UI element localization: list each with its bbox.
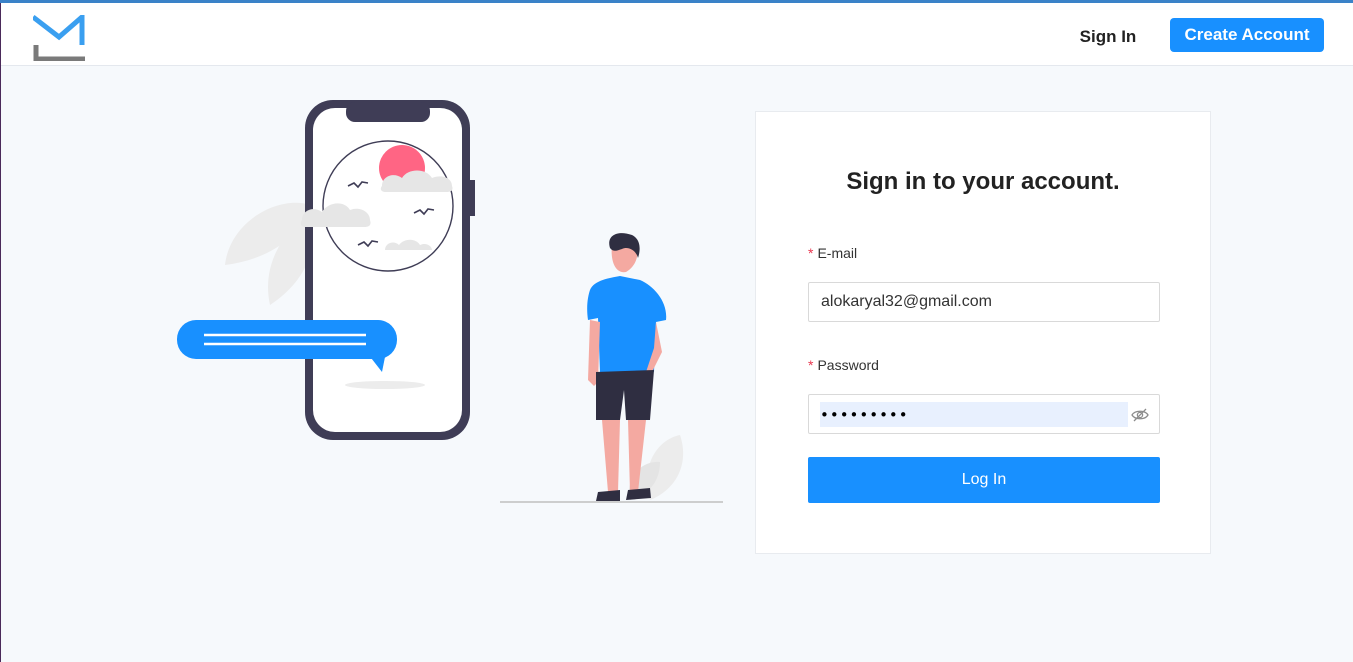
password-field[interactable] [820, 402, 1128, 427]
signin-title: Sign in to your account. [846, 168, 1120, 195]
email-field[interactable] [809, 283, 1159, 321]
window-edge [0, 3, 1, 662]
eye-hidden-icon[interactable] [1131, 406, 1149, 424]
login-illustration [177, 100, 723, 503]
password-field-box [808, 394, 1160, 434]
password-label-text: Password [817, 357, 879, 373]
email-field-box [808, 282, 1160, 322]
signin-card: Sign in to your account. *E-mail *Passwo… [755, 111, 1211, 554]
email-label: * E-mail [808, 245, 857, 261]
email-label-text: E-mail [817, 245, 858, 261]
nav-signin-link[interactable]: Sign In [1071, 20, 1145, 54]
brand-logo-icon[interactable] [33, 15, 85, 61]
top-navbar: Sign In Create Account [1, 3, 1353, 66]
login-button[interactable]: Log In [808, 457, 1160, 503]
required-marker: * [808, 245, 814, 261]
required-marker: * [808, 357, 814, 373]
password-label: * Password [808, 357, 879, 373]
create-account-button[interactable]: Create Account [1170, 18, 1324, 52]
